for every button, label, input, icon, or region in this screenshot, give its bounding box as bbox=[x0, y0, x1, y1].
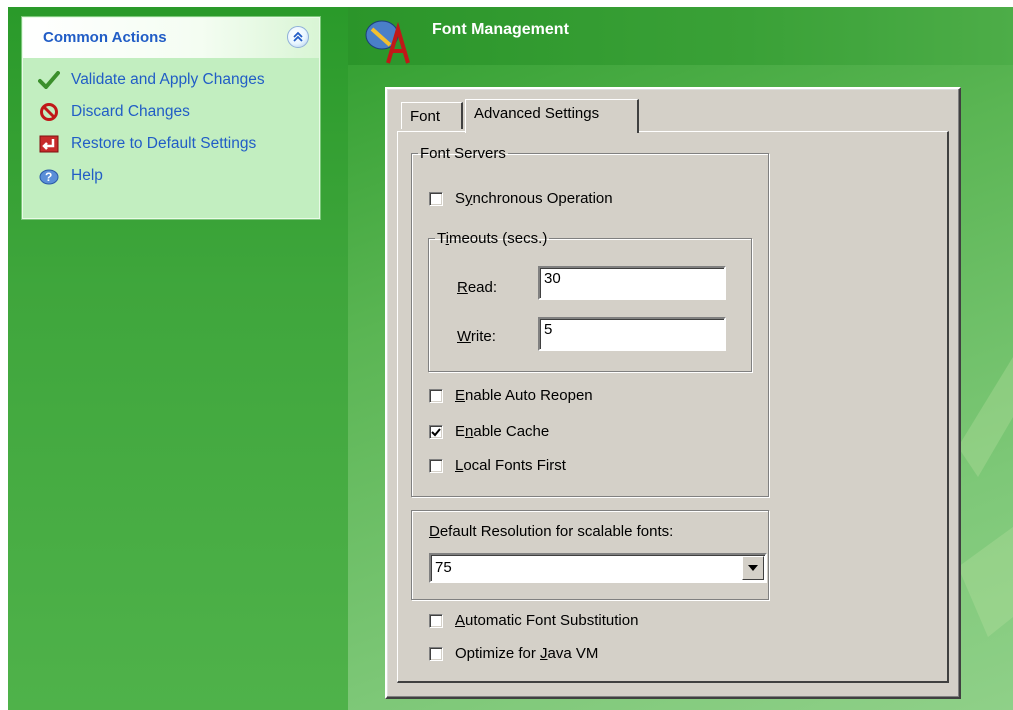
font-servers-legend: Font Servers bbox=[420, 145, 506, 162]
enable-cache-checkbox[interactable]: Enable Cache bbox=[429, 423, 549, 440]
timeouts-legend: Timeouts (secs.) bbox=[437, 230, 548, 247]
synchronous-operation-checkbox[interactable]: Synchronous Operation bbox=[429, 190, 613, 207]
checkbox-box[interactable] bbox=[429, 646, 443, 661]
write-label: Write: bbox=[457, 328, 496, 345]
collapse-button[interactable] bbox=[287, 26, 309, 48]
read-label: Read: bbox=[457, 279, 498, 296]
action-label: Discard Changes bbox=[71, 103, 190, 120]
write-timeout-input[interactable]: 5 bbox=[538, 317, 726, 351]
title-bar: Font Management bbox=[348, 7, 1013, 65]
checkbox-label: Automatic Font Substitution bbox=[455, 612, 639, 629]
advanced-settings-dialog: Font Advanced Settings Font Servers Sync… bbox=[385, 87, 961, 699]
optimize-java-vm-checkbox[interactable]: Optimize for Java VM bbox=[429, 645, 598, 662]
read-timeout-input[interactable]: 30 bbox=[538, 266, 726, 300]
tab-font[interactable]: Font bbox=[401, 102, 463, 129]
dropdown-button[interactable] bbox=[742, 556, 764, 580]
action-label: Validate and Apply Changes bbox=[71, 71, 265, 88]
resolution-value: 75 bbox=[435, 559, 452, 576]
common-actions-title: Common Actions bbox=[43, 29, 167, 46]
help-icon: ? bbox=[37, 165, 61, 187]
local-fonts-first-checkbox[interactable]: Local Fonts First bbox=[429, 457, 566, 474]
checkbox-box[interactable] bbox=[429, 388, 443, 403]
checkbox-box[interactable] bbox=[429, 613, 443, 628]
automatic-font-substitution-checkbox[interactable]: Automatic Font Substitution bbox=[429, 612, 638, 629]
checkmark-icon bbox=[431, 427, 441, 436]
checkbox-label: Enable Auto Reopen bbox=[455, 387, 593, 404]
common-actions-panel: Common Actions Validate and Apply Change… bbox=[22, 17, 320, 219]
action-discard-changes[interactable]: Discard Changes bbox=[37, 96, 319, 128]
page-title: Font Management bbox=[432, 21, 569, 38]
checkbox-label: Local Fonts First bbox=[455, 457, 566, 474]
checkbox-label: Optimize for Java VM bbox=[455, 645, 599, 662]
action-label: Restore to Default Settings bbox=[71, 135, 257, 152]
action-help[interactable]: ? Help bbox=[37, 160, 319, 192]
resolution-select[interactable]: 75 bbox=[429, 553, 767, 583]
action-validate-apply[interactable]: Validate and Apply Changes bbox=[37, 64, 319, 96]
tab-advanced-settings[interactable]: Advanced Settings bbox=[465, 99, 639, 133]
action-label: Help bbox=[71, 167, 103, 184]
checkmark-icon bbox=[37, 69, 61, 91]
font-management-icon bbox=[362, 17, 418, 67]
svg-text:?: ? bbox=[45, 170, 52, 184]
restore-icon bbox=[37, 133, 61, 155]
checkbox-label: Enable Cache bbox=[455, 423, 550, 440]
action-restore-defaults[interactable]: Restore to Default Settings bbox=[37, 128, 319, 160]
chevron-down-icon bbox=[748, 565, 758, 571]
resolution-label: Default Resolution for scalable fonts: bbox=[429, 523, 674, 540]
common-actions-header[interactable]: Common Actions bbox=[23, 18, 319, 58]
checkbox-box[interactable] bbox=[429, 191, 443, 206]
checkbox-label: Synchronous Operation bbox=[455, 190, 613, 207]
enable-auto-reopen-checkbox[interactable]: Enable Auto Reopen bbox=[429, 387, 593, 404]
prohibited-icon bbox=[37, 101, 61, 123]
checkbox-box[interactable] bbox=[429, 458, 443, 473]
chevron-up-double-icon bbox=[293, 31, 303, 42]
checkbox-box[interactable] bbox=[429, 424, 443, 439]
